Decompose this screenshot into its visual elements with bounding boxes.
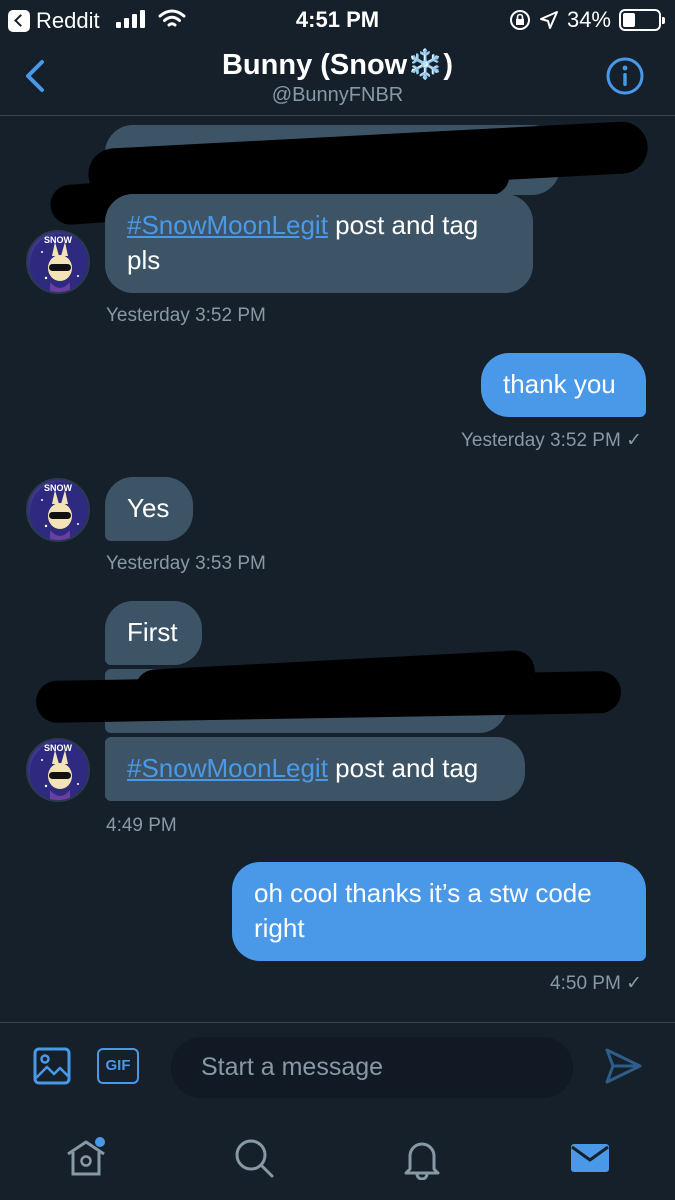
avatar-label: SNOW [44, 483, 72, 493]
battery-icon [619, 9, 665, 31]
avatar[interactable]: SNOW [26, 478, 90, 542]
search-icon[interactable] [232, 1136, 276, 1180]
message-text: Yes [127, 493, 170, 523]
hashtag-link[interactable]: #SnowMoonLegit [127, 753, 328, 783]
message-text: post and tag [327, 753, 479, 783]
message-bubble-incoming[interactable]: First [105, 601, 202, 665]
send-icon[interactable] [603, 1046, 643, 1086]
battery-percent: 34% [566, 7, 611, 32]
location-arrow-icon [539, 11, 558, 29]
gif-icon[interactable]: GIF [97, 1048, 139, 1084]
message-timestamp: Yesterday 3:53 PM [106, 553, 266, 574]
message-text: First [127, 617, 178, 647]
message-timestamp: Yesterday 3:52 PM ✓ [460, 430, 642, 451]
avatar-label: SNOW [44, 235, 72, 245]
message-bubble-incoming[interactable]: Yes [105, 477, 193, 541]
message-bubble-outgoing[interactable]: thank you [481, 353, 646, 417]
home-icon[interactable] [64, 1136, 108, 1180]
info-icon[interactable] [605, 56, 645, 96]
tab-bar [0, 1114, 675, 1200]
avatar[interactable]: SNOW [26, 738, 90, 802]
hashtag-link[interactable]: #SnowMoonLegit [127, 210, 328, 240]
mail-icon[interactable] [568, 1136, 612, 1180]
message-text: oh cool thanks it’s a stw code right [254, 878, 592, 943]
orientation-lock-icon [509, 10, 530, 30]
message-timestamp: 4:50 PM ✓ [550, 973, 642, 994]
message-bubble-incoming[interactable]: #SnowMoonLegit post and tag [105, 737, 525, 801]
avatar[interactable]: SNOW [26, 230, 90, 294]
conversation-header: Bunny (Snow❄️) @BunnyFNBR [0, 40, 675, 116]
message-timestamp: Yesterday 3:52 PM [106, 305, 266, 326]
message-timestamp: 4:49 PM [106, 815, 177, 836]
bell-icon[interactable] [400, 1136, 444, 1180]
image-icon[interactable] [33, 1047, 71, 1085]
redaction-scribble [35, 670, 622, 724]
conversation-handle: @BunnyFNBR [271, 84, 404, 106]
message-bubble-incoming[interactable]: #SnowMoonLegit post and tag pls [105, 194, 533, 293]
status-bar: Reddit 4:51 PM 34% [0, 0, 675, 40]
message-input[interactable] [171, 1037, 573, 1098]
message-bubble-outgoing[interactable]: oh cool thanks it’s a stw code right [232, 862, 646, 961]
avatar-label: SNOW [44, 743, 72, 753]
conversation-title: Bunny (Snow❄️) [221, 49, 454, 81]
message-text: thank you [503, 369, 616, 399]
